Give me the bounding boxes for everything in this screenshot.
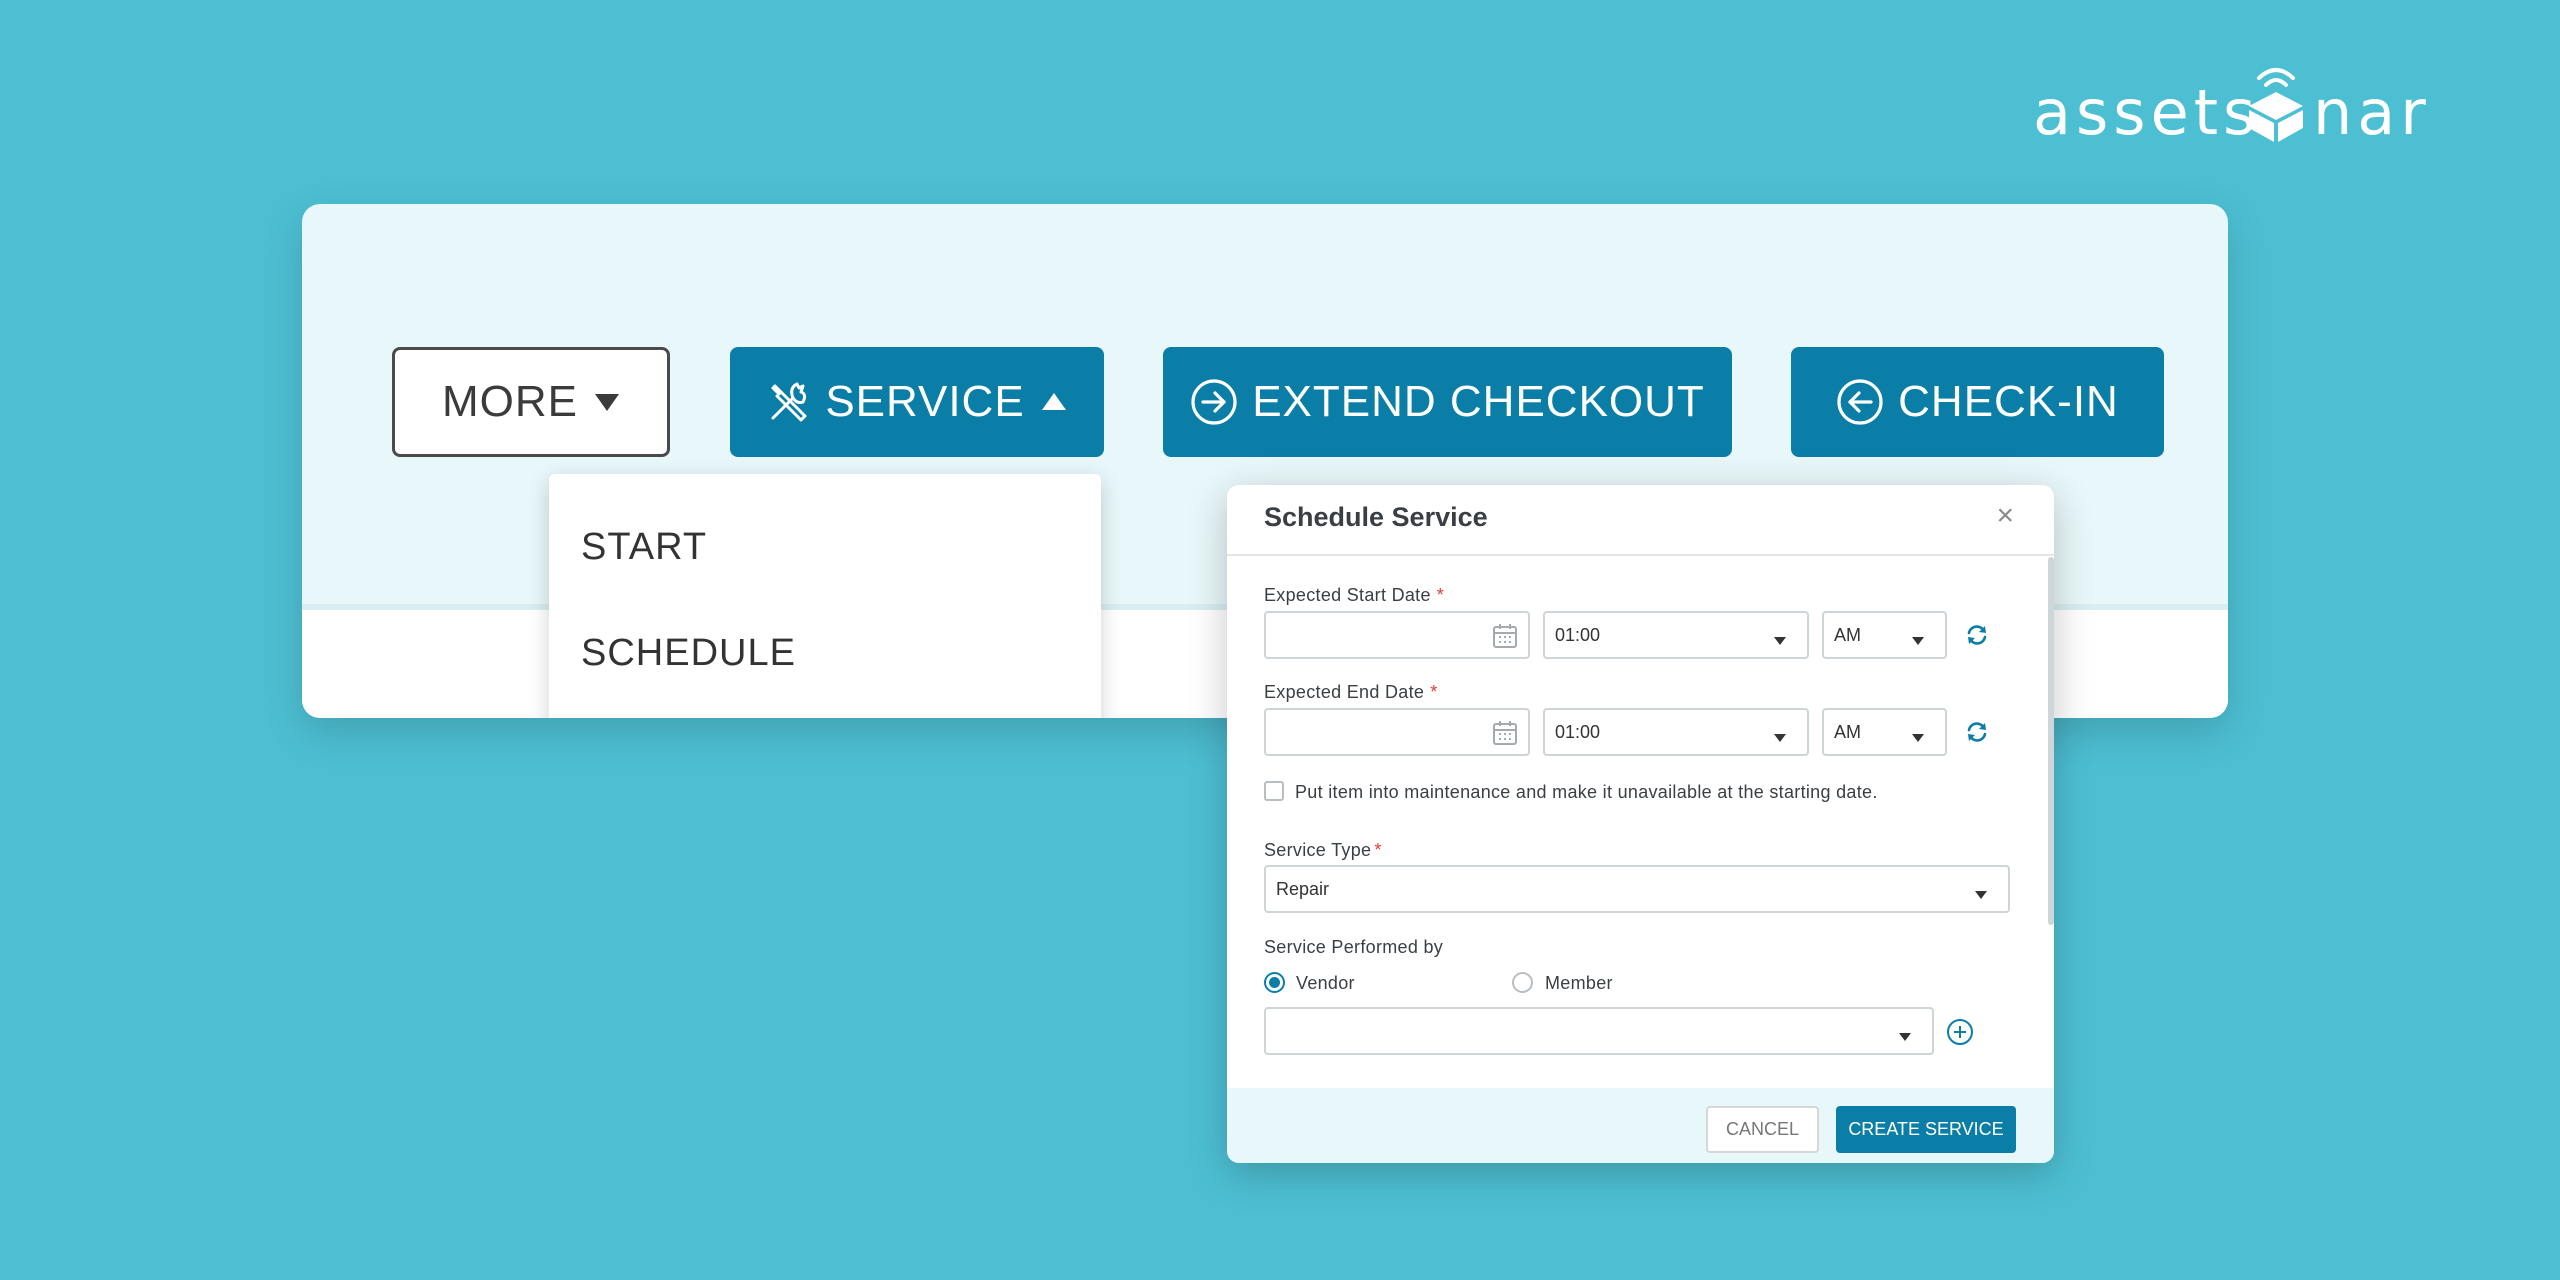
calendar-icon[interactable] xyxy=(1492,720,1518,751)
check-in-label: CHECK-IN xyxy=(1898,377,2119,426)
start-date-label: Expected Start Date * xyxy=(1264,585,1444,606)
start-ampm-select[interactable]: AM xyxy=(1822,611,1947,659)
chevron-down-icon xyxy=(1911,630,1925,651)
maintenance-checkbox[interactable] xyxy=(1264,781,1284,801)
end-time-value: 01:00 xyxy=(1555,721,1601,742)
vendor-select[interactable] xyxy=(1264,1007,1934,1055)
extend-checkout-label: EXTEND CHECKOUT xyxy=(1252,377,1705,426)
required-marker: * xyxy=(1430,682,1438,702)
more-button-label: MORE xyxy=(442,377,578,426)
vendor-radio-label: Vendor xyxy=(1296,973,1355,993)
create-service-button[interactable]: CREATE SERVICE xyxy=(1836,1106,2016,1153)
arrow-right-circle-icon xyxy=(1190,378,1238,426)
menu-item-schedule[interactable]: SCHEDULE xyxy=(581,632,796,675)
chevron-down-icon xyxy=(1974,884,1988,905)
chevron-down-icon xyxy=(1911,727,1925,748)
modal-title: Schedule Service xyxy=(1264,502,1488,532)
start-date-input[interactable] xyxy=(1264,611,1530,659)
member-radio-label: Member xyxy=(1545,973,1613,993)
end-ampm-select[interactable]: AM xyxy=(1822,708,1947,756)
assetsonar-logo: assets nar xyxy=(2033,52,2431,149)
end-ampm-value: AM xyxy=(1834,721,1861,742)
chevron-down-icon xyxy=(1898,1026,1912,1047)
refresh-icon[interactable] xyxy=(1965,623,1989,652)
check-in-button[interactable]: CHECK-IN xyxy=(1791,347,2164,457)
cancel-button[interactable]: CANCEL xyxy=(1706,1106,1819,1153)
start-date-label-text: Expected Start Date xyxy=(1264,585,1431,605)
logo-text-right: nar xyxy=(2313,76,2431,149)
tools-icon xyxy=(767,380,811,424)
modal-scrollbar[interactable] xyxy=(2048,557,2054,925)
modal-header: Schedule Service × xyxy=(1227,485,2054,556)
close-icon[interactable]: × xyxy=(1996,499,2014,533)
service-type-label-text: Service Type xyxy=(1264,840,1372,860)
service-button[interactable]: SERVICE xyxy=(730,347,1104,457)
end-time-select[interactable]: 01:00 xyxy=(1543,708,1809,756)
caret-down-icon xyxy=(594,392,620,412)
required-marker: * xyxy=(1374,840,1382,860)
calendar-icon[interactable] xyxy=(1492,623,1518,654)
schedule-service-modal: Schedule Service × Expected Start Date * … xyxy=(1227,485,2054,1163)
vendor-radio[interactable] xyxy=(1264,972,1285,993)
sonar-box-icon xyxy=(2249,68,2303,142)
caret-up-icon xyxy=(1041,392,1067,412)
service-type-label: Service Type * xyxy=(1264,840,1382,861)
performed-by-label: Service Performed by xyxy=(1264,937,1444,957)
menu-item-start[interactable]: START xyxy=(581,526,707,569)
add-vendor-icon[interactable] xyxy=(1946,1018,1974,1051)
extend-checkout-button[interactable]: EXTEND CHECKOUT xyxy=(1163,347,1732,457)
start-ampm-value: AM xyxy=(1834,624,1861,645)
service-dropdown-menu: START SCHEDULE xyxy=(549,474,1101,718)
more-button[interactable]: MORE xyxy=(392,347,670,457)
service-button-label: SERVICE xyxy=(825,377,1025,426)
logo-text-left: assets xyxy=(2033,76,2261,149)
required-marker: * xyxy=(1436,585,1445,605)
end-date-label: Expected End Date * xyxy=(1264,682,1438,703)
refresh-icon[interactable] xyxy=(1965,720,1989,749)
end-date-label-text: Expected End Date xyxy=(1264,682,1425,702)
maintenance-label: Put item into maintenance and make it un… xyxy=(1295,782,1878,802)
start-time-value: 01:00 xyxy=(1555,624,1601,645)
service-type-value: Repair xyxy=(1276,878,1330,899)
modal-footer: CANCEL CREATE SERVICE xyxy=(1227,1088,2054,1163)
member-radio[interactable] xyxy=(1512,972,1533,993)
arrow-left-circle-icon xyxy=(1836,378,1884,426)
chevron-down-icon xyxy=(1773,727,1787,748)
start-time-select[interactable]: 01:00 xyxy=(1543,611,1809,659)
chevron-down-icon xyxy=(1773,630,1787,651)
service-type-select[interactable]: Repair xyxy=(1264,865,2010,913)
end-date-input[interactable] xyxy=(1264,708,1530,756)
